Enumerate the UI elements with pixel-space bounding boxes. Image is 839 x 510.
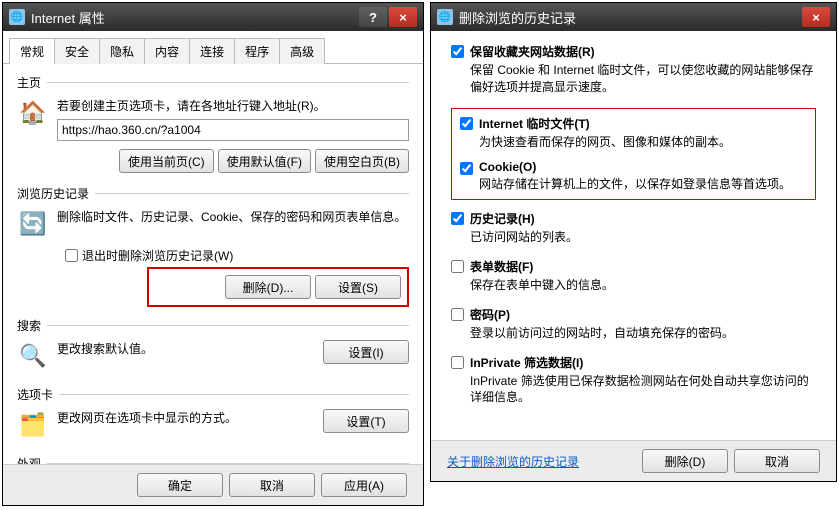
search-settings-button[interactable]: 设置(I) <box>323 340 409 364</box>
search-desc: 更改搜索默认值。 <box>57 340 317 358</box>
tabs-icon: 🗂️ <box>17 409 49 441</box>
homepage-section: 主页 🏠 若要创建主页选项卡，请在各地址行键入地址(R)。 使用当前页(C) 使… <box>17 74 409 175</box>
form-data-checkbox[interactable] <box>451 260 464 273</box>
password-checkbox[interactable] <box>451 308 464 321</box>
help-button[interactable]: ? <box>359 7 387 27</box>
titlebar[interactable]: 🌐 Internet 属性 ? × <box>3 3 423 31</box>
tab-advanced[interactable]: 高级 <box>279 38 325 64</box>
cookie-label: Cookie(O) <box>479 160 791 174</box>
close-button[interactable]: × <box>389 7 417 27</box>
dialog-content: 保留收藏夹网站数据(R) 保留 Cookie 和 Internet 临时文件，可… <box>431 31 836 440</box>
about-link[interactable]: 关于删除浏览的历史记录 <box>447 453 579 470</box>
preserve-favorites-label: 保留收藏夹网站数据(R) <box>470 43 816 60</box>
homepage-url-input[interactable] <box>57 119 409 141</box>
dialog-footer: 关于删除浏览的历史记录 删除(D) 取消 <box>431 440 836 481</box>
tab-connections[interactable]: 连接 <box>189 38 235 64</box>
tab-general[interactable]: 常规 <box>9 38 55 64</box>
use-default-button[interactable]: 使用默认值(F) <box>218 149 311 173</box>
globe-icon: 🌐 <box>437 9 453 25</box>
highlighted-group: Internet 临时文件(T) 为快速查看而保存的网页、图像和媒体的副本。 C… <box>451 108 816 201</box>
password-desc: 登录以前访问过的网站时，自动填充保存的密码。 <box>470 325 734 342</box>
tab-privacy[interactable]: 隐私 <box>99 38 145 64</box>
globe-icon: 🌐 <box>9 9 25 25</box>
internet-properties-window: 🌐 Internet 属性 ? × 常规 安全 隐私 内容 连接 程序 高级 主… <box>2 2 424 506</box>
delete-button[interactable]: 删除(D) <box>642 449 728 473</box>
tabs-title: 选项卡 <box>17 386 53 403</box>
search-icon: 🔍 <box>17 340 49 372</box>
homepage-title: 主页 <box>17 74 41 91</box>
temp-files-checkbox[interactable] <box>460 117 473 130</box>
use-blank-button[interactable]: 使用空白页(B) <box>315 149 409 173</box>
password-label: 密码(P) <box>470 306 734 323</box>
titlebar[interactable]: 🌐 删除浏览的历史记录 × <box>431 3 836 31</box>
window-title: 删除浏览的历史记录 <box>459 8 576 27</box>
preserve-favorites-checkbox[interactable] <box>451 45 464 58</box>
tab-content-area: 主页 🏠 若要创建主页选项卡，请在各地址行键入地址(R)。 使用当前页(C) 使… <box>3 64 423 464</box>
apply-button[interactable]: 应用(A) <box>321 473 407 497</box>
cancel-button[interactable]: 取消 <box>229 473 315 497</box>
inprivate-item: InPrivate 筛选数据(I) InPrivate 筛选使用已保存数据检测网… <box>451 354 816 407</box>
delete-history-button[interactable]: 删除(D)... <box>225 275 311 299</box>
temp-files-desc: 为快速查看而保存的网页、图像和媒体的副本。 <box>479 134 731 151</box>
temp-files-item: Internet 临时文件(T) 为快速查看而保存的网页、图像和媒体的副本。 <box>460 115 807 151</box>
dialog-footer: 确定 取消 应用(A) <box>3 464 423 505</box>
window-title: Internet 属性 <box>31 8 105 27</box>
tabs-section: 选项卡 🗂️ 更改网页在选项卡中显示的方式。 设置(T) <box>17 386 409 445</box>
appearance-title: 外观 <box>17 455 41 464</box>
cancel-button[interactable]: 取消 <box>734 449 820 473</box>
cookie-checkbox[interactable] <box>460 162 473 175</box>
password-item: 密码(P) 登录以前访问过的网站时，自动填充保存的密码。 <box>451 306 816 342</box>
tab-programs[interactable]: 程序 <box>234 38 280 64</box>
tabs-settings-button[interactable]: 设置(T) <box>323 409 409 433</box>
ok-button[interactable]: 确定 <box>137 473 223 497</box>
form-data-desc: 保存在表单中键入的信息。 <box>470 277 614 294</box>
tab-strip: 常规 安全 隐私 内容 连接 程序 高级 <box>3 31 423 64</box>
form-data-label: 表单数据(F) <box>470 258 614 275</box>
use-current-button[interactable]: 使用当前页(C) <box>119 149 214 173</box>
appearance-section: 外观 颜色(O) 语言(L) 字体(N) 辅助功能(E) <box>17 455 409 464</box>
history-settings-button[interactable]: 设置(S) <box>315 275 401 299</box>
history-item: 历史记录(H) 已访问网站的列表。 <box>451 210 816 246</box>
cookie-item: Cookie(O) 网站存储在计算机上的文件，以保存如登录信息等首选项。 <box>460 160 807 193</box>
history-desc: 已访问网站的列表。 <box>470 229 578 246</box>
delete-on-exit-checkbox[interactable] <box>65 249 78 262</box>
delete-on-exit-label: 退出时删除浏览历史记录(W) <box>82 247 233 264</box>
preserve-favorites-desc: 保留 Cookie 和 Internet 临时文件，可以使您收藏的网站能够保存偏… <box>470 62 816 96</box>
history-title: 浏览历史记录 <box>17 185 89 202</box>
inprivate-label: InPrivate 筛选数据(I) <box>470 354 816 371</box>
temp-files-label: Internet 临时文件(T) <box>479 115 731 132</box>
tabs-desc: 更改网页在选项卡中显示的方式。 <box>57 409 317 427</box>
inprivate-checkbox[interactable] <box>451 356 464 369</box>
tab-content[interactable]: 内容 <box>144 38 190 64</box>
history-section: 浏览历史记录 🔄 删除临时文件、历史记录、Cookie、保存的密码和网页表单信息… <box>17 185 409 307</box>
tab-security[interactable]: 安全 <box>54 38 100 64</box>
inprivate-desc: InPrivate 筛选使用已保存数据检测网站在何处自动共享您访问的详细信息。 <box>470 373 816 407</box>
homepage-desc: 若要创建主页选项卡，请在各地址行键入地址(R)。 <box>57 99 326 113</box>
preserve-favorites-item: 保留收藏夹网站数据(R) 保留 Cookie 和 Internet 临时文件，可… <box>451 43 816 96</box>
history-label: 历史记录(H) <box>470 210 578 227</box>
search-title: 搜索 <box>17 317 41 334</box>
form-data-item: 表单数据(F) 保存在表单中键入的信息。 <box>451 258 816 294</box>
close-button[interactable]: × <box>802 7 830 27</box>
search-section: 搜索 🔍 更改搜索默认值。 设置(I) <box>17 317 409 376</box>
home-icon: 🏠 <box>17 97 49 129</box>
history-icon: 🔄 <box>17 208 49 240</box>
history-checkbox[interactable] <box>451 212 464 225</box>
history-desc: 删除临时文件、历史记录、Cookie、保存的密码和网页表单信息。 <box>57 208 409 226</box>
cookie-desc: 网站存储在计算机上的文件，以保存如登录信息等首选项。 <box>479 176 791 193</box>
delete-history-window: 🌐 删除浏览的历史记录 × 保留收藏夹网站数据(R) 保留 Cookie 和 I… <box>430 2 837 482</box>
